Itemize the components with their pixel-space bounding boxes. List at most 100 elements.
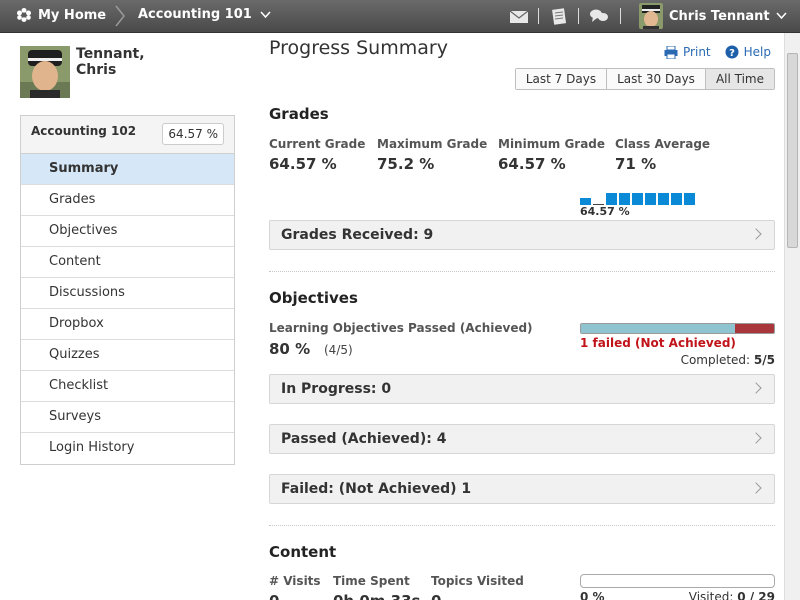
- range-last-30-days[interactable]: Last 30 Days: [607, 69, 706, 89]
- objectives-completed: Completed: 5/5: [681, 353, 775, 367]
- objectives-passed-value: 80 %: [269, 340, 311, 358]
- date-range-selector: Last 7 Days Last 30 Days All Time: [514, 68, 775, 90]
- histogram-marker-label: 64.57 %: [580, 205, 630, 218]
- chevron-right-icon: [750, 228, 762, 240]
- content-visited-percent: 0 %: [580, 590, 605, 600]
- section-divider: [269, 525, 775, 526]
- help-icon: ?: [725, 45, 739, 59]
- home-flower-icon: [17, 8, 31, 22]
- course-selector-label: Accounting 101: [138, 7, 252, 22]
- objectives-progress-bar: [580, 323, 775, 334]
- topics-visited-label: Topics Visited: [431, 574, 524, 588]
- objectives-completed-value: 5/5: [753, 353, 775, 367]
- max-grade-label: Maximum Grade: [377, 137, 488, 151]
- min-grade-value: 64.57 %: [498, 155, 566, 173]
- visits-label: # Visits: [269, 574, 321, 588]
- chevron-right-icon: [750, 432, 762, 444]
- nav-item-surveys[interactable]: Surveys: [21, 402, 234, 433]
- passed-expander[interactable]: Passed (Achieved): 4: [269, 424, 775, 454]
- my-home-link[interactable]: My Home: [16, 7, 106, 23]
- page-tools: Print ? Help: [664, 45, 771, 59]
- nav-item-quizzes[interactable]: Quizzes: [21, 340, 234, 371]
- max-grade-value: 75.2 %: [377, 155, 435, 173]
- in-progress-label: In Progress: 0: [281, 381, 392, 397]
- content-visited-value: 0 / 29: [737, 590, 775, 600]
- main-content: Progress Summary Print ? Help Last 7 Day…: [269, 33, 775, 600]
- notebook-icon[interactable]: [549, 7, 569, 25]
- objectives-failed-note: 1 failed (Not Achieved): [580, 336, 736, 350]
- breadcrumb-separator-icon: [115, 5, 125, 27]
- nav-item-checklist[interactable]: Checklist: [21, 371, 234, 402]
- page-scrollbar[interactable]: [784, 33, 800, 600]
- histogram-bar: [645, 193, 656, 205]
- section-divider: [269, 271, 775, 272]
- current-grade-value: 64.57 %: [269, 155, 337, 173]
- chevron-down-icon: [776, 12, 787, 20]
- current-grade-label: Current Grade: [269, 137, 366, 151]
- course-nav-panel: Accounting 102 64.57 % Summary Grades Ob…: [20, 115, 235, 465]
- objectives-completed-label: Completed:: [680, 353, 751, 367]
- top-navbar: My Home Accounting 101 Chris Tennant: [0, 0, 800, 33]
- objectives-passed-label: Learning Objectives Passed (Achieved): [269, 321, 533, 335]
- course-grade-badge: 64.57 %: [162, 123, 224, 145]
- profile-avatar: [20, 46, 70, 98]
- course-nav-header: Accounting 102 64.57 %: [21, 116, 234, 154]
- chevron-down-icon: [260, 10, 271, 18]
- profile-name: Tennant, Chris: [76, 46, 145, 78]
- objectives-passed-count: (4/5): [324, 343, 353, 357]
- histogram-bar: [671, 193, 682, 205]
- printer-icon: [664, 45, 678, 59]
- range-all-time[interactable]: All Time: [705, 69, 774, 89]
- class-average-value: 71 %: [615, 155, 657, 173]
- range-last-7-days[interactable]: Last 7 Days: [515, 69, 608, 89]
- user-avatar: [639, 3, 663, 29]
- histogram-bar: [619, 193, 630, 205]
- content-visited: Visited: 0 / 29: [689, 590, 775, 600]
- nav-item-grades[interactable]: Grades: [21, 185, 234, 216]
- print-link[interactable]: Print: [664, 45, 711, 59]
- chevron-right-icon: [750, 382, 762, 394]
- min-grade-label: Minimum Grade: [498, 137, 606, 151]
- nav-item-objectives[interactable]: Objectives: [21, 216, 234, 247]
- objectives-heading: Objectives: [269, 289, 358, 307]
- time-spent-value: 0h 0m 33s: [333, 592, 420, 600]
- failed-expander[interactable]: Failed: (Not Achieved) 1: [269, 474, 775, 504]
- divider: [578, 8, 579, 24]
- nav-item-discussions[interactable]: Discussions: [21, 278, 234, 309]
- user-name: Chris Tennant: [669, 8, 770, 24]
- content-heading: Content: [269, 543, 337, 561]
- chat-bubbles-icon[interactable]: [589, 7, 609, 25]
- nav-item-content[interactable]: Content: [21, 247, 234, 278]
- print-label: Print: [683, 45, 711, 59]
- scrollbar-thumb[interactable]: [787, 53, 798, 248]
- in-progress-expander[interactable]: In Progress: 0: [269, 374, 775, 404]
- time-spent-label: Time Spent: [333, 574, 410, 588]
- nav-item-summary[interactable]: Summary: [21, 154, 234, 185]
- chevron-right-icon: [750, 482, 762, 494]
- user-menu[interactable]: Chris Tennant: [639, 3, 787, 29]
- grade-distribution-histogram: [580, 192, 695, 205]
- class-average-label: Class Average: [615, 137, 711, 151]
- visits-value: 0: [269, 592, 279, 600]
- mail-icon[interactable]: [509, 7, 529, 25]
- histogram-bar: [658, 193, 669, 205]
- course-selector[interactable]: Accounting 101: [138, 7, 271, 22]
- histogram-bar: [606, 193, 617, 205]
- grades-heading: Grades: [269, 105, 329, 123]
- passed-label: Passed (Achieved): 4: [281, 431, 447, 447]
- svg-text:?: ?: [729, 48, 735, 59]
- objectives-passed-fill: [581, 324, 736, 333]
- help-label: Help: [743, 45, 771, 59]
- nav-item-dropbox[interactable]: Dropbox: [21, 309, 234, 340]
- grades-received-expander[interactable]: Grades Received: 9: [269, 220, 775, 250]
- nav-item-login-history[interactable]: Login History: [21, 433, 234, 464]
- grades-received-label: Grades Received: 9: [281, 227, 434, 243]
- divider: [620, 8, 621, 24]
- content-visited-bar: [580, 574, 775, 588]
- profile-header: Tennant, Chris: [20, 46, 235, 100]
- histogram-bar: [580, 198, 591, 205]
- my-home-label: My Home: [38, 7, 107, 23]
- objectives-failed-fill: [735, 324, 774, 333]
- divider: [538, 8, 539, 24]
- help-link[interactable]: ? Help: [725, 45, 771, 59]
